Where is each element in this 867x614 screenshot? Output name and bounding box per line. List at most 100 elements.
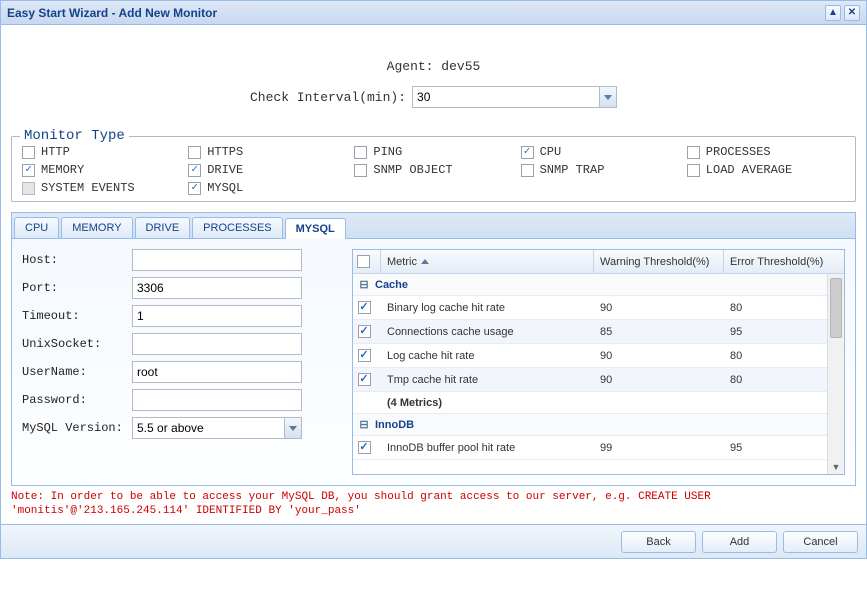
close-icon: ✕ (848, 7, 856, 18)
monitor-type-item[interactable]: CPU (521, 145, 679, 159)
row-checkbox[interactable] (358, 349, 371, 362)
grid-row[interactable]: Connections cache usage8595 (353, 320, 844, 344)
add-button[interactable]: Add (702, 531, 777, 553)
collapse-button[interactable]: ▲ (825, 5, 841, 21)
warning-cell[interactable]: 90 (594, 350, 724, 362)
monitor-type-item[interactable]: MEMORY (22, 163, 180, 177)
interval-dropdown-button[interactable] (599, 86, 617, 108)
error-cell[interactable]: 95 (724, 326, 844, 338)
monitor-type-item[interactable]: PING (354, 145, 512, 159)
grid-header-checkbox-cell (353, 250, 381, 273)
agent-label: Agent: (387, 59, 434, 74)
tab-mysql[interactable]: MYSQL (285, 218, 346, 239)
monitor-type-item[interactable]: DRIVE (188, 163, 346, 177)
warning-cell[interactable]: 99 (594, 442, 724, 454)
metric-cell: InnoDB buffer pool hit rate (381, 442, 594, 454)
close-button[interactable]: ✕ (844, 5, 860, 21)
collapse-icon[interactable]: ⊟ (353, 278, 375, 291)
monitor-type-item[interactable]: HTTPS (188, 145, 346, 159)
port-label: Port: (22, 281, 132, 295)
checkbox[interactable] (521, 146, 534, 159)
dialog-window: Easy Start Wizard - Add New Monitor ▲ ✕ … (0, 0, 867, 559)
cancel-button[interactable]: Cancel (783, 531, 858, 553)
version-dropdown-button[interactable] (284, 417, 302, 439)
checkbox[interactable] (521, 164, 534, 177)
unixsocket-input[interactable] (132, 333, 302, 355)
monitor-type-item[interactable]: PROCESSES (687, 145, 845, 159)
scroll-down-icon[interactable]: ▼ (828, 460, 844, 474)
monitor-type-item[interactable]: LOAD AVERAGE (687, 163, 845, 177)
checkbox[interactable] (188, 182, 201, 195)
checkbox[interactable] (687, 146, 700, 159)
grid-row[interactable]: InnoDB buffer pool hit rate9995 (353, 436, 844, 460)
grid-row[interactable]: Log cache hit rate9080 (353, 344, 844, 368)
grid-header-warning[interactable]: Warning Threshold(%) (594, 250, 724, 273)
monitor-type-label: PROCESSES (706, 145, 771, 159)
checkbox[interactable] (22, 164, 35, 177)
error-cell[interactable]: 80 (724, 350, 844, 362)
checkbox[interactable] (354, 164, 367, 177)
metric-cell: Log cache hit rate (381, 350, 594, 362)
grid-group-header[interactable]: ⊟Cache (353, 274, 844, 296)
grid-header: Metric Warning Threshold(%) Error Thresh… (353, 250, 844, 274)
tab-bar: CPUMEMORYDRIVEPROCESSESMYSQL (11, 212, 856, 238)
grid-row[interactable]: Binary log cache hit rate9080 (353, 296, 844, 320)
grid-group-header[interactable]: ⊟InnoDB (353, 414, 844, 436)
monitor-type-item[interactable]: SNMP TRAP (521, 163, 679, 177)
summary-text: (4 Metrics) (381, 397, 442, 409)
checkbox[interactable] (687, 164, 700, 177)
tab-drive[interactable]: DRIVE (135, 217, 191, 238)
host-label: Host: (22, 253, 132, 267)
checkbox[interactable] (188, 146, 201, 159)
password-input[interactable] (132, 389, 302, 411)
grid-group-summary: (4 Metrics) (353, 392, 844, 414)
monitor-type-item[interactable]: MYSQL (188, 181, 346, 195)
chevron-up-icon: ▲ (828, 7, 838, 18)
warning-cell[interactable]: 90 (594, 374, 724, 386)
warning-cell[interactable]: 85 (594, 326, 724, 338)
checkbox[interactable] (188, 164, 201, 177)
tab-processes[interactable]: PROCESSES (192, 217, 282, 238)
error-cell[interactable]: 80 (724, 374, 844, 386)
collapse-icon[interactable]: ⊟ (353, 418, 375, 431)
version-input[interactable] (132, 417, 302, 439)
grid-body: ⊟CacheBinary log cache hit rate9080Conne… (353, 274, 844, 474)
row-checkbox[interactable] (358, 301, 371, 314)
checkbox[interactable] (22, 182, 35, 195)
error-cell[interactable]: 95 (724, 442, 844, 454)
metric-cell: Binary log cache hit rate (381, 302, 594, 314)
group-label: InnoDB (375, 419, 414, 431)
chevron-down-icon (604, 95, 612, 100)
row-checkbox[interactable] (358, 325, 371, 338)
monitor-type-item[interactable]: SYSTEM EVENTS (22, 181, 180, 195)
tab-body-mysql: Host: Port: Timeout: UnixSocket: UserNam… (11, 238, 856, 486)
timeout-input[interactable] (132, 305, 302, 327)
interval-select[interactable] (412, 86, 617, 108)
checkbox[interactable] (354, 146, 367, 159)
back-button[interactable]: Back (621, 531, 696, 553)
grid-scrollbar[interactable]: ▲ ▼ (827, 274, 844, 474)
dialog-footer: Back Add Cancel (1, 524, 866, 558)
username-input[interactable] (132, 361, 302, 383)
select-all-checkbox[interactable] (357, 255, 370, 268)
scroll-thumb[interactable] (830, 278, 842, 338)
row-checkbox[interactable] (358, 373, 371, 386)
port-input[interactable] (132, 277, 302, 299)
error-cell[interactable]: 80 (724, 302, 844, 314)
monitor-type-item[interactable]: SNMP OBJECT (354, 163, 512, 177)
chevron-down-icon (289, 426, 297, 431)
grid-header-error[interactable]: Error Threshold(%) (724, 250, 844, 273)
checkbox[interactable] (22, 146, 35, 159)
row-checkbox[interactable] (358, 441, 371, 454)
tab-cpu[interactable]: CPU (14, 217, 59, 238)
version-select[interactable] (132, 417, 302, 439)
host-input[interactable] (132, 249, 302, 271)
monitor-type-label: SYSTEM EVENTS (41, 181, 135, 195)
grid-row[interactable]: Tmp cache hit rate9080 (353, 368, 844, 392)
warning-cell[interactable]: 90 (594, 302, 724, 314)
interval-input[interactable] (412, 86, 617, 108)
tab-memory[interactable]: MEMORY (61, 217, 132, 238)
monitor-type-item[interactable]: HTTP (22, 145, 180, 159)
grid-header-metric[interactable]: Metric (381, 250, 594, 273)
monitor-type-label: DRIVE (207, 163, 243, 177)
